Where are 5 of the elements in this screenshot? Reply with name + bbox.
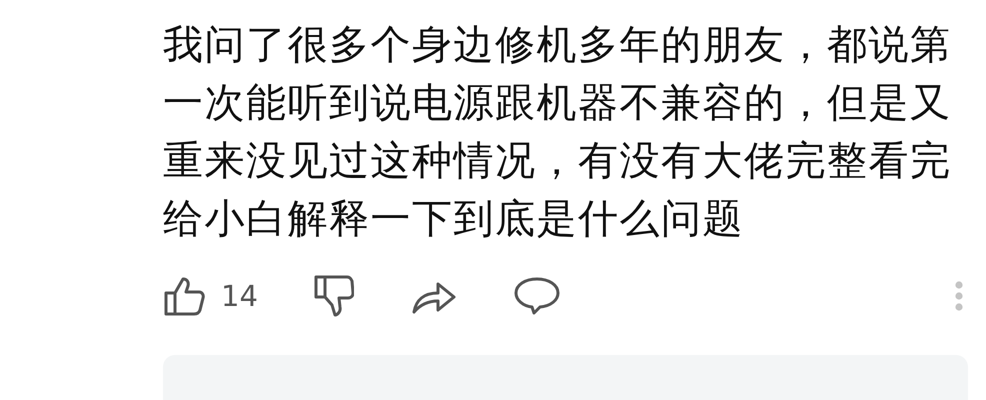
comment-text: 我问了很多个身边修机多年的朋友，都说第一次能听到说电源跟机器不兼容的，但是又重来没见过这种情况，有没有大佬完整看完给小白解释一下到底是什么问题 <box>163 21 952 244</box>
speech-bubble-icon[interactable] <box>514 277 560 315</box>
thumbs-down-icon[interactable] <box>314 275 354 317</box>
like-count: 14 <box>221 279 258 313</box>
thumbs-up-icon[interactable] <box>163 276 205 316</box>
